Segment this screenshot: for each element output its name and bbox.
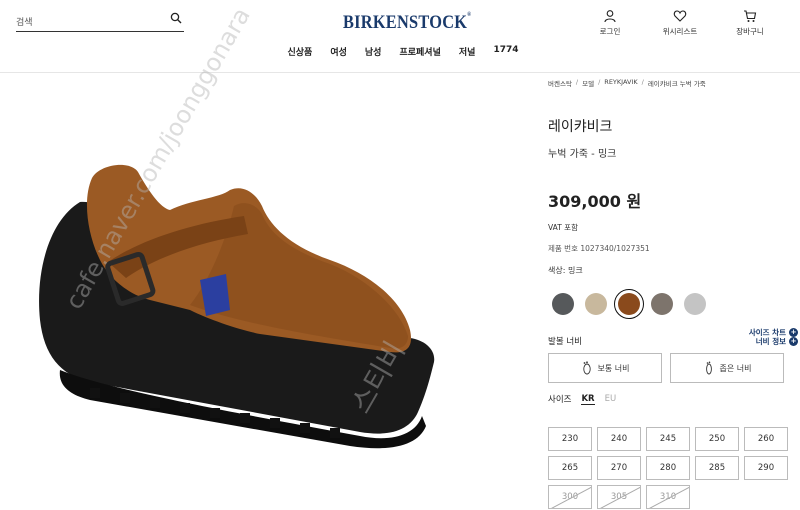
size-grid: 230 240 245 250 260 265 270 280 285 290 … bbox=[548, 427, 800, 509]
size-button[interactable]: 265 bbox=[548, 456, 592, 480]
nav-item-women[interactable]: 여성 bbox=[330, 45, 347, 58]
color-swatches bbox=[552, 289, 800, 319]
color-label: 색상: 밍크 bbox=[548, 266, 583, 275]
breadcrumb-item[interactable]: 버켄스탁 bbox=[548, 78, 572, 88]
size-chart-link[interactable]: 사이즈 차트 + bbox=[749, 327, 798, 338]
size-button[interactable]: 290 bbox=[744, 456, 788, 480]
plus-icon: + bbox=[789, 328, 798, 337]
brand-logo[interactable]: BIRKENSTOCK® bbox=[343, 12, 471, 34]
product-details: 버켄스탁 / 모델 / REYKJAVIK / 레이캬비크 누벅 가죽 레이캬비크 누… bbox=[548, 78, 800, 509]
cart-label: 장바구니 bbox=[736, 27, 764, 36]
size-button[interactable]: 250 bbox=[695, 427, 739, 451]
header-divider bbox=[0, 72, 800, 73]
wishlist-label: 위시리스트 bbox=[662, 27, 698, 36]
size-button[interactable]: 285 bbox=[695, 456, 739, 480]
product-price: 309,000 원 bbox=[548, 192, 642, 211]
size-button[interactable]: 270 bbox=[597, 456, 641, 480]
heart-icon bbox=[673, 10, 687, 22]
breadcrumb-item[interactable]: REYKJAVIK bbox=[604, 78, 637, 88]
tab-size-kr[interactable]: KR bbox=[581, 394, 595, 405]
tab-size-eu[interactable]: EU bbox=[605, 394, 617, 404]
user-icon bbox=[604, 10, 616, 23]
nav-item-men[interactable]: 남성 bbox=[365, 45, 382, 58]
swatch-sand[interactable] bbox=[585, 293, 607, 315]
swatch-light-gray[interactable] bbox=[684, 293, 706, 315]
product-image bbox=[39, 164, 435, 449]
product-number: 제품 번호 1027340/1027351 bbox=[548, 244, 650, 253]
width-label: 발볼 너비 bbox=[548, 337, 582, 347]
size-button[interactable]: 280 bbox=[646, 456, 690, 480]
breadcrumb-item: 레이캬비크 누벅 가죽 bbox=[647, 80, 706, 88]
search-icon[interactable] bbox=[170, 12, 182, 24]
search-bar[interactable] bbox=[16, 10, 184, 32]
nav-item-1774[interactable]: 1774 bbox=[493, 45, 518, 58]
product-subtitle: 누벅 가죽 - 밍크 bbox=[548, 149, 617, 160]
size-button[interactable]: 245 bbox=[646, 427, 690, 451]
login-button[interactable]: 로그인 bbox=[588, 9, 632, 37]
size-button[interactable]: 240 bbox=[597, 427, 641, 451]
size-button-unavailable[interactable]: 305 bbox=[597, 485, 641, 509]
nav-item-new[interactable]: 신상품 bbox=[288, 45, 313, 58]
wishlist-button[interactable]: 위시리스트 bbox=[658, 9, 702, 37]
size-button-unavailable[interactable]: 300 bbox=[548, 485, 592, 509]
vat-note: VAT 포함 bbox=[548, 223, 578, 232]
foot-narrow-icon bbox=[705, 361, 712, 375]
size-button-unavailable[interactable]: 310 bbox=[646, 485, 690, 509]
cart-icon bbox=[744, 10, 757, 22]
width-regular-button[interactable]: 보통 너비 bbox=[548, 353, 662, 383]
swatch-taupe[interactable] bbox=[651, 293, 673, 315]
width-narrow-button[interactable]: 좁은 너비 bbox=[670, 353, 784, 383]
swatch-mink[interactable] bbox=[614, 289, 644, 319]
nav-item-professional[interactable]: 프로페셔널 bbox=[399, 45, 440, 58]
size-button[interactable]: 260 bbox=[744, 427, 788, 451]
cart-button[interactable]: 장바구니 bbox=[728, 9, 772, 37]
login-label: 로그인 bbox=[599, 27, 621, 36]
size-label: 사이즈 bbox=[548, 395, 572, 405]
foot-regular-icon bbox=[582, 361, 591, 375]
size-button[interactable]: 230 bbox=[548, 427, 592, 451]
search-input[interactable] bbox=[16, 14, 156, 32]
swatch-graphite[interactable] bbox=[552, 293, 574, 315]
header-actions: 로그인 위시리스트 장바구니 bbox=[588, 9, 772, 37]
breadcrumb: 버켄스탁 / 모델 / REYKJAVIK / 레이캬비크 누벅 가죽 bbox=[548, 78, 706, 88]
product-title: 레이캬비크 bbox=[548, 119, 613, 135]
nav-item-journal[interactable]: 저널 bbox=[459, 45, 476, 58]
breadcrumb-item[interactable]: 모델 bbox=[582, 78, 594, 88]
main-nav: 신상품 여성 남성 프로페셔널 저널 1774 bbox=[0, 45, 800, 58]
width-options: 보통 너비 좁은 너비 bbox=[548, 353, 800, 383]
size-header: 사이즈 KR EU bbox=[548, 393, 800, 406]
